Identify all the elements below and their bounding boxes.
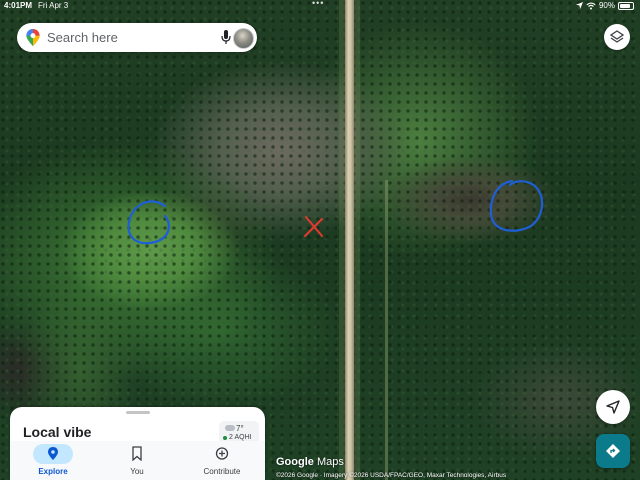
cloud-icon xyxy=(225,425,235,431)
status-date: Fri Apr 3 xyxy=(38,1,69,10)
red-x-annotation xyxy=(304,216,323,237)
status-indicators: 90% xyxy=(575,1,634,10)
sheet-drag-handle[interactable] xyxy=(126,411,150,414)
maps-pin-icon xyxy=(26,29,40,46)
search-bar[interactable]: Search here xyxy=(17,23,257,52)
location-arrow-icon xyxy=(575,2,583,9)
bottom-nav: Explore You Contribute xyxy=(10,441,265,480)
battery-icon xyxy=(618,1,634,10)
sheet-title: Local vibe xyxy=(23,424,92,440)
aqi-indicator-dot xyxy=(223,436,227,440)
map-attribution[interactable]: ©2026 Google · Imagery ©2026 USDA/FPAC/G… xyxy=(276,472,506,479)
nav-explore[interactable]: Explore xyxy=(18,441,88,480)
nav-contribute[interactable]: Contribute xyxy=(187,441,257,480)
status-bar: 4:01PM Fri Apr 3 ••• 90% xyxy=(0,0,640,12)
nav-you[interactable]: You xyxy=(102,441,172,480)
weather-temperature: 7° xyxy=(236,424,244,433)
battery-percent: 90% xyxy=(598,1,615,10)
avatar[interactable] xyxy=(233,28,254,49)
layers-icon xyxy=(610,30,624,43)
mic-icon[interactable] xyxy=(221,30,231,45)
google-logo-text: Google xyxy=(276,456,314,468)
navigation-arrow-icon xyxy=(606,400,620,414)
maps-logo-text: Maps xyxy=(316,456,344,468)
nav-you-label: You xyxy=(130,467,144,476)
directions-icon xyxy=(606,444,620,458)
layers-button[interactable] xyxy=(604,24,630,50)
bookmark-icon xyxy=(132,446,142,461)
directions-button[interactable] xyxy=(596,434,630,468)
blue-circle-annotation-left xyxy=(127,200,170,245)
wifi-icon xyxy=(586,2,596,9)
multitasking-dots[interactable]: ••• xyxy=(312,0,324,8)
my-location-button[interactable] xyxy=(596,390,630,424)
nav-explore-label: Explore xyxy=(38,467,68,476)
search-input[interactable]: Search here xyxy=(47,30,118,45)
blue-circle-annotation-right xyxy=(489,179,544,232)
status-time: 4:01PM xyxy=(4,1,33,10)
explore-pin-icon xyxy=(48,447,58,460)
google-maps-logo: Google Maps xyxy=(276,456,344,468)
weather-aqi: 2 AQHI xyxy=(229,434,252,441)
add-circle-icon xyxy=(215,447,229,460)
nav-contribute-label: Contribute xyxy=(203,467,241,476)
